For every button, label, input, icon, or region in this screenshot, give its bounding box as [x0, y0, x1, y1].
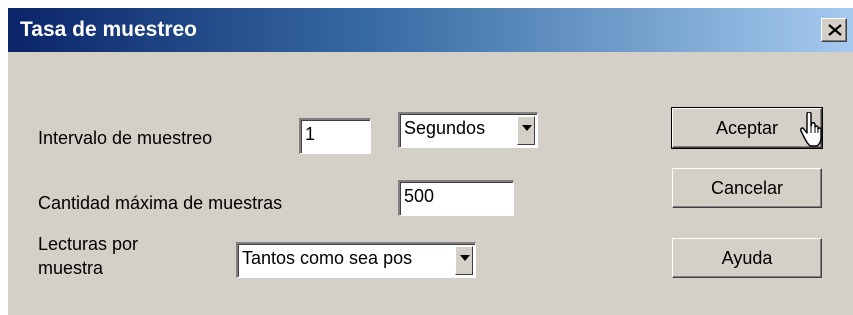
sampling-rate-dialog: Tasa de muestreo Intervalo de muestreo 1…: [0, 0, 853, 315]
close-button[interactable]: [821, 18, 847, 42]
max-samples-input[interactable]: 500: [398, 180, 514, 216]
title-bar[interactable]: Tasa de muestreo: [8, 8, 853, 52]
readings-value: Tantos como sea pos: [242, 248, 413, 268]
interval-input[interactable]: 1: [299, 118, 371, 154]
readings-dropdown-button[interactable]: [455, 246, 473, 275]
mouse-pointer-icon: [800, 112, 822, 147]
close-icon: [828, 24, 842, 36]
help-button-label: Ayuda: [721, 248, 773, 268]
cancel-button[interactable]: Cancelar: [672, 168, 822, 208]
cancel-button-label: Cancelar: [710, 178, 784, 198]
chevron-down-icon: [522, 125, 532, 131]
chevron-down-icon: [460, 255, 470, 261]
interval-unit-select[interactable]: Segundos: [398, 112, 538, 148]
dialog-title: Tasa de muestreo: [20, 18, 198, 41]
ok-button-label: Aceptar: [715, 118, 779, 138]
readings-label-line1: Lecturas por: [38, 234, 139, 254]
interval-unit-dropdown-button[interactable]: [517, 116, 535, 145]
readings-select[interactable]: Tantos como sea pos: [236, 242, 476, 278]
max-samples-label: Cantidad máxima de muestras: [38, 193, 283, 213]
readings-label-line2: muestra: [38, 258, 104, 278]
interval-label: Intervalo de muestreo: [38, 128, 213, 148]
interval-unit-value: Segundos: [404, 118, 486, 138]
help-button[interactable]: Ayuda: [672, 238, 822, 278]
